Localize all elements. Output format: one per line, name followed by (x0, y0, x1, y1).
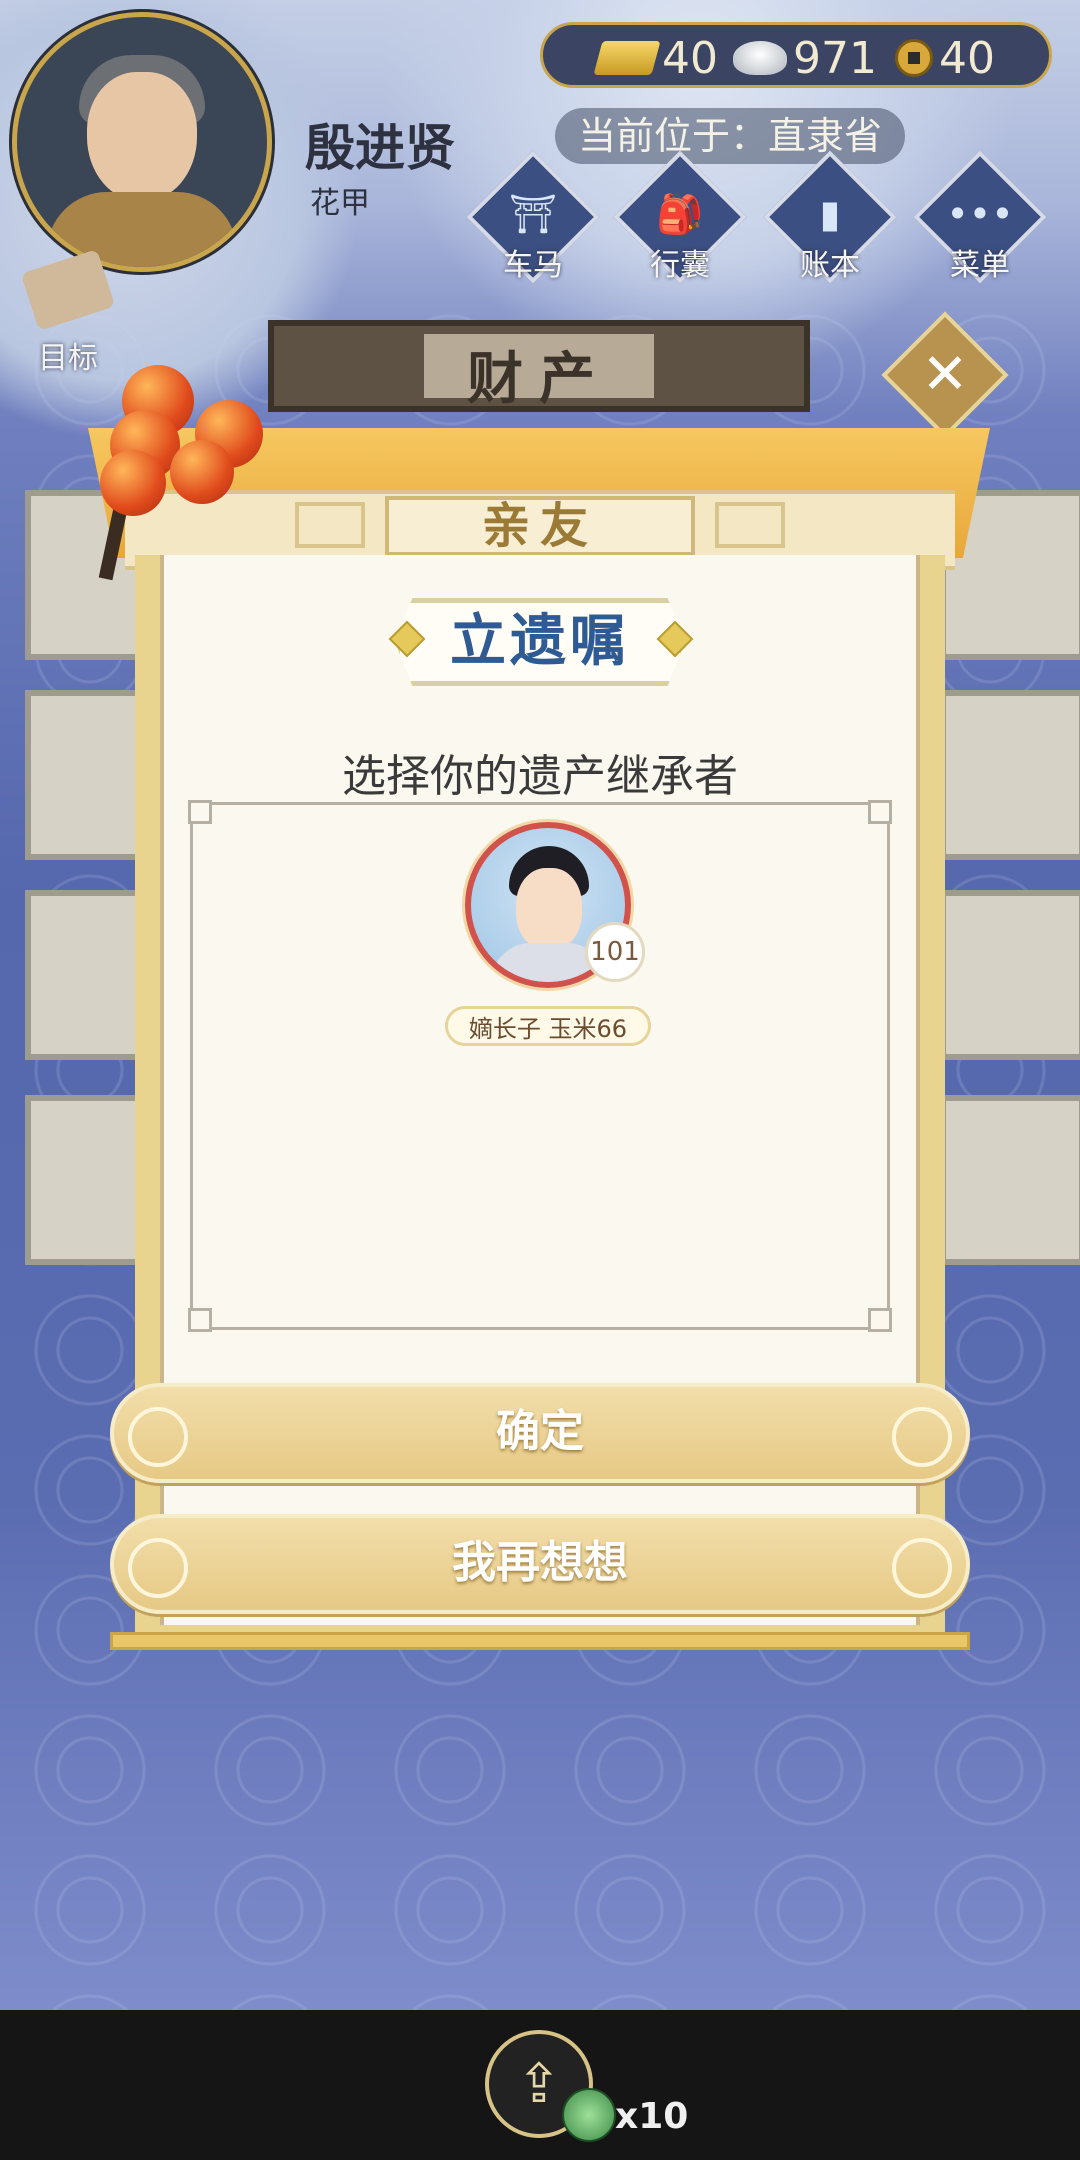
cloud-ornament-icon (892, 1407, 952, 1467)
currency-bar: 40 971 40 (540, 22, 1052, 88)
copper-coin-icon (895, 39, 933, 77)
fruit-decoration (170, 440, 234, 504)
menu-label: 车马 (503, 248, 563, 283)
menu-label: 行囊 (650, 248, 710, 283)
frame-corner (868, 1308, 892, 1332)
scroll-icon (20, 249, 116, 331)
reconsider-button[interactable]: 我再想想 (110, 1514, 970, 1614)
heir-age-badge: 101 (585, 922, 645, 982)
silver-amount: 971 (793, 32, 877, 84)
confirm-button[interactable]: 确定 (110, 1383, 970, 1483)
tab-deco-left (295, 502, 365, 548)
close-icon[interactable]: ✕ (900, 330, 990, 420)
tab-relatives[interactable]: 亲友 (385, 496, 695, 556)
item-slot (940, 690, 1080, 860)
menu-button-carriage[interactable]: ⛩ 车马 (466, 150, 600, 288)
heir-name-label: 嫡长子 玉米66 (445, 1006, 651, 1046)
property-title: 财产 (467, 347, 611, 412)
dialog-title: 立遗嘱 (450, 609, 630, 674)
player-avatar[interactable] (12, 12, 272, 272)
location-label: 当前位于：直隶省 (555, 108, 905, 164)
menu-button-menu[interactable]: ••• 菜单 (913, 150, 1047, 288)
confirm-label: 确定 (496, 1406, 584, 1457)
frame-corner (188, 1308, 212, 1332)
dialog-prompt: 选择你的遗产继承者 (342, 751, 738, 802)
share-reward-multiplier: x10 (615, 2096, 689, 2137)
goal-label: 目标 (38, 341, 98, 376)
frame-corner (188, 800, 212, 824)
goal-button[interactable]: 目标 (18, 249, 118, 376)
gold-amount: 40 (662, 32, 718, 84)
fruit-decoration (100, 450, 166, 516)
cloud-ornament-icon (128, 1407, 188, 1467)
menu-label: 菜单 (950, 248, 1010, 283)
item-slot (940, 1095, 1080, 1265)
menu-label: 账本 (800, 248, 860, 283)
tab-deco-right (715, 502, 785, 548)
reconsider-label: 我再想想 (452, 1537, 628, 1588)
cloud-ornament-icon (892, 1538, 952, 1598)
dots-glyph: ••• (946, 192, 1014, 236)
coin-counter: 40 (895, 31, 995, 85)
heir-face (516, 868, 582, 950)
bag-glyph: 🎒 (656, 192, 704, 236)
ledger-glyph: ▮ (819, 192, 841, 236)
menu-button-ledger[interactable]: ▮ 账本 (763, 150, 897, 288)
gold-ingot-icon (593, 41, 661, 75)
player-age-title: 花甲 (310, 186, 370, 221)
silver-ingot-icon (733, 41, 787, 75)
gold-counter: 40 (593, 31, 718, 85)
player-name: 殷进贤 (305, 119, 455, 177)
item-slot (940, 890, 1080, 1060)
frame-corner (868, 800, 892, 824)
scroll-rod (110, 1632, 970, 1650)
menu-button-bag[interactable]: 🎒 行囊 (613, 150, 747, 288)
silver-counter: 971 (733, 31, 877, 85)
carriage-glyph: ⛩ (508, 192, 558, 236)
avatar-face (87, 72, 197, 202)
coin-amount: 40 (939, 32, 995, 84)
property-header: 财产 (268, 320, 810, 412)
jade-coin-icon (562, 2088, 616, 2142)
cloud-ornament-icon (128, 1538, 188, 1598)
